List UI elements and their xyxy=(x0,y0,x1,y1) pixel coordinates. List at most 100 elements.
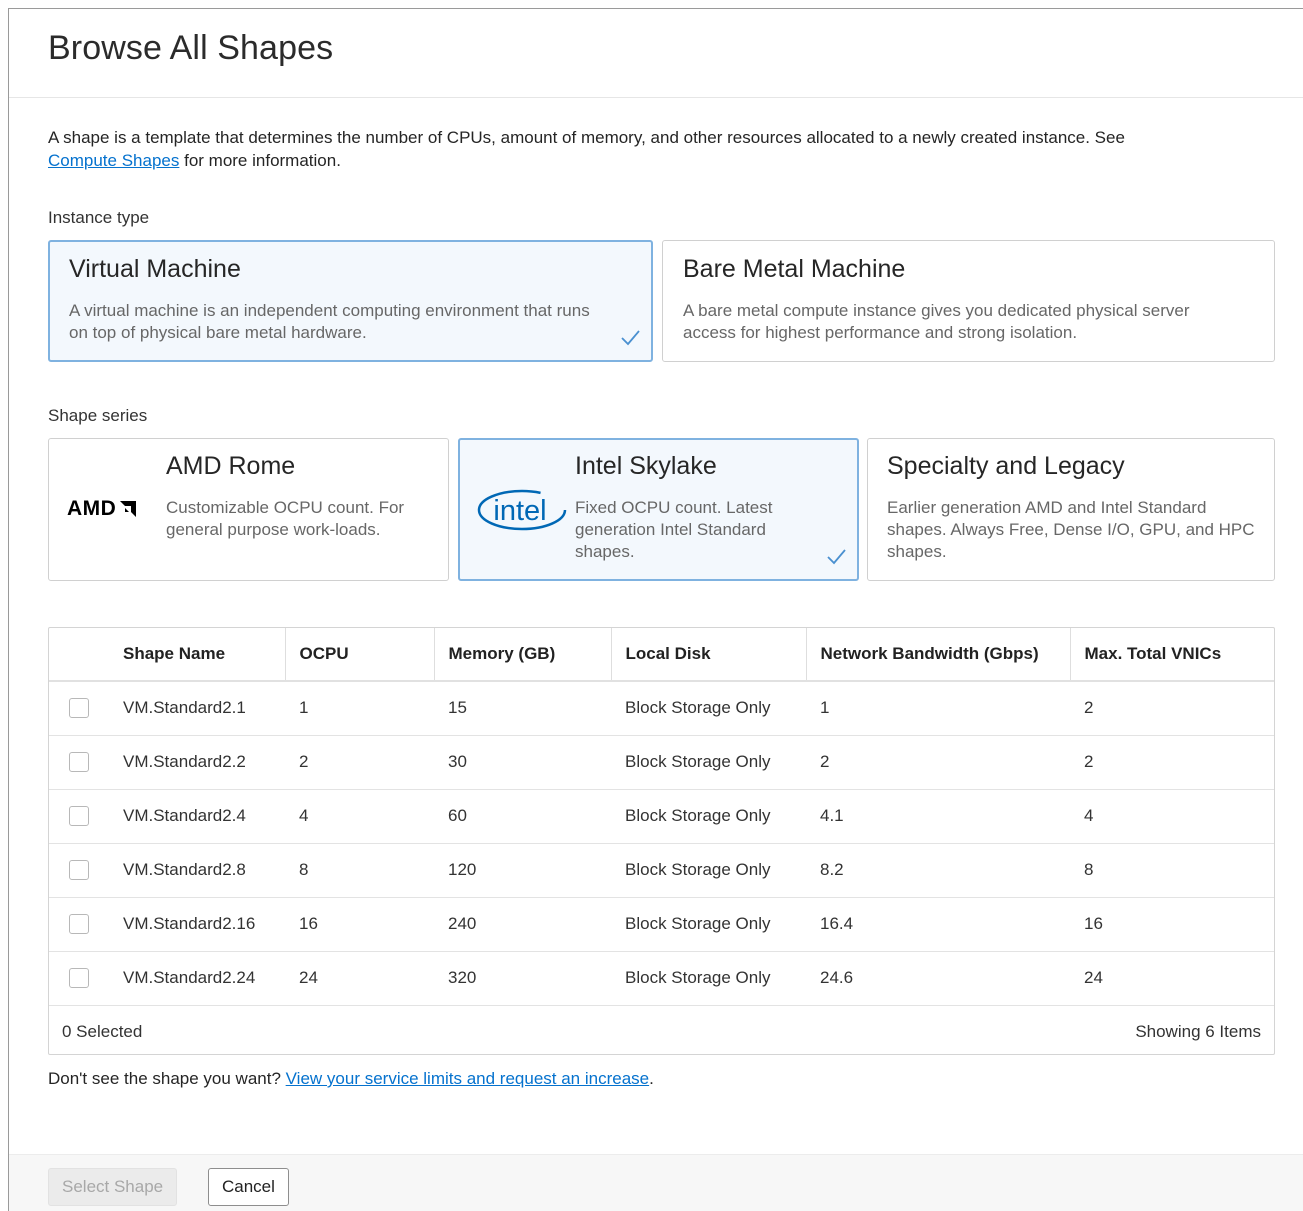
column-header-ocpu[interactable]: OCPU xyxy=(285,628,435,682)
memory-cell: 120 xyxy=(434,843,611,898)
shape-series-amd-rome-card[interactable]: AMD AMD Rome Customizable OCPU count. Fo… xyxy=(48,438,449,581)
card-title: AMD Rome xyxy=(166,452,296,480)
hint-suffix: . xyxy=(649,1069,654,1088)
network-bandwidth-cell: 2 xyxy=(806,735,1070,790)
intel-logo-text: intel xyxy=(493,495,546,527)
memory-cell: 60 xyxy=(434,789,611,844)
table-row[interactable]: VM.Standard2.1 1 15 Block Storage Only 1… xyxy=(49,681,1274,736)
hint-text: Don't see the shape you want? xyxy=(48,1069,286,1088)
dialog-footer: Select Shape Cancel xyxy=(9,1154,1303,1211)
row-checkbox[interactable] xyxy=(69,860,89,880)
memory-cell: 30 xyxy=(434,735,611,790)
local-disk-cell: Block Storage Only xyxy=(611,951,806,1006)
row-checkbox[interactable] xyxy=(69,968,89,988)
column-header-network-bandwidth[interactable]: Network Bandwidth (Gbps) xyxy=(806,628,1071,682)
max-vnics-cell: 2 xyxy=(1070,681,1274,736)
service-limits-hint: Don't see the shape you want? View your … xyxy=(48,1069,654,1089)
local-disk-cell: Block Storage Only xyxy=(611,789,806,844)
card-description: Customizable OCPU count. For general pur… xyxy=(166,498,405,539)
local-disk-cell: Block Storage Only xyxy=(611,735,806,790)
shape-name-cell: VM.Standard2.16 xyxy=(109,897,285,952)
memory-cell: 240 xyxy=(434,897,611,952)
row-checkbox[interactable] xyxy=(69,752,89,772)
card-description: A virtual machine is an independent comp… xyxy=(69,301,590,342)
local-disk-cell: Block Storage Only xyxy=(611,843,806,898)
card-description: Earlier generation AMD and Intel Standar… xyxy=(887,498,1255,561)
row-select-cell xyxy=(49,681,109,736)
network-bandwidth-cell: 16.4 xyxy=(806,897,1070,952)
local-disk-cell: Block Storage Only xyxy=(611,897,806,952)
shape-name-cell: VM.Standard2.24 xyxy=(109,951,285,1006)
shape-series-specialty-legacy-card[interactable]: Specialty and Legacy Earlier generation … xyxy=(867,438,1275,581)
shape-series-intel-skylake-card[interactable]: intel Intel Skylake Fixed OCPU count. La… xyxy=(458,438,859,581)
row-select-cell xyxy=(49,789,109,844)
selected-count: 0 Selected xyxy=(62,1022,143,1041)
max-vnics-cell: 2 xyxy=(1070,735,1274,790)
table-footer: 0 Selected Showing 6 Items xyxy=(49,1010,1274,1054)
card-title: Specialty and Legacy xyxy=(887,452,1125,480)
shapes-table: Shape Name OCPU Memory (GB) Local Disk N… xyxy=(48,627,1275,1055)
amd-arrow-icon xyxy=(120,501,137,517)
column-header-shape-name[interactable]: Shape Name xyxy=(109,628,286,682)
table-row[interactable]: VM.Standard2.8 8 120 Block Storage Only … xyxy=(49,843,1274,898)
row-select-cell xyxy=(49,897,109,952)
cancel-button[interactable]: Cancel xyxy=(208,1168,289,1206)
ocpu-cell: 4 xyxy=(285,789,434,844)
amd-logo-text: AMD xyxy=(67,497,117,520)
table-row[interactable]: VM.Standard2.2 2 30 Block Storage Only 2… xyxy=(49,735,1274,790)
column-header-max-vnics[interactable]: Max. Total VNICs xyxy=(1070,628,1274,682)
table-row[interactable]: VM.Standard2.4 4 60 Block Storage Only 4… xyxy=(49,789,1274,844)
select-shape-button[interactable]: Select Shape xyxy=(48,1168,178,1206)
ocpu-cell: 2 xyxy=(285,735,434,790)
network-bandwidth-cell: 8.2 xyxy=(806,843,1070,898)
checkmark-icon xyxy=(621,330,640,346)
local-disk-cell: Block Storage Only xyxy=(611,681,806,736)
column-header-local-disk[interactable]: Local Disk xyxy=(611,628,807,682)
instance-type-bare-metal-card[interactable]: Bare Metal Machine A bare metal compute … xyxy=(662,240,1275,362)
max-vnics-cell: 16 xyxy=(1070,897,1274,952)
browse-shapes-dialog: Browse All Shapes A shape is a template … xyxy=(8,8,1303,1211)
shape-series-label: Shape series xyxy=(48,406,148,425)
showing-count: Showing 6 Items xyxy=(1135,1022,1261,1041)
ocpu-cell: 16 xyxy=(285,897,434,952)
shape-name-cell: VM.Standard2.2 xyxy=(109,735,285,790)
table-row[interactable]: VM.Standard2.24 24 320 Block Storage Onl… xyxy=(49,951,1274,1006)
ocpu-cell: 24 xyxy=(285,951,434,1006)
row-select-cell xyxy=(49,843,109,898)
card-title: Virtual Machine xyxy=(69,255,241,283)
dialog-header: Browse All Shapes xyxy=(9,9,1303,98)
max-vnics-cell: 8 xyxy=(1070,843,1274,898)
service-limits-link[interactable]: View your service limits and request an … xyxy=(286,1069,649,1088)
select-column-header xyxy=(49,628,109,682)
column-header-memory[interactable]: Memory (GB) xyxy=(434,628,612,682)
row-checkbox[interactable] xyxy=(69,698,89,719)
card-title: Intel Skylake xyxy=(575,452,717,480)
network-bandwidth-cell: 24.6 xyxy=(806,951,1070,1006)
table-header-row: Shape Name OCPU Memory (GB) Local Disk N… xyxy=(49,628,1274,682)
max-vnics-cell: 24 xyxy=(1070,951,1274,1006)
network-bandwidth-cell: 1 xyxy=(806,681,1070,736)
instance-type-label: Instance type xyxy=(48,208,150,227)
intro-text: A shape is a template that determines th… xyxy=(48,126,1248,172)
row-checkbox[interactable] xyxy=(69,806,89,826)
ocpu-cell: 8 xyxy=(285,843,434,898)
memory-cell: 15 xyxy=(434,681,611,736)
card-title: Bare Metal Machine xyxy=(683,255,906,283)
checkmark-icon xyxy=(827,549,846,565)
row-select-cell xyxy=(49,735,109,790)
row-checkbox[interactable] xyxy=(69,914,89,934)
ocpu-cell: 1 xyxy=(285,681,434,736)
intro-body: A shape is a template that determines th… xyxy=(48,128,1125,147)
card-description: Fixed OCPU count. Latest generation Inte… xyxy=(575,498,773,561)
compute-shapes-link[interactable]: Compute Shapes xyxy=(48,151,179,170)
max-vnics-cell: 4 xyxy=(1070,789,1274,844)
intro-suffix: for more information. xyxy=(179,151,341,170)
shape-name-cell: VM.Standard2.8 xyxy=(109,843,285,898)
instance-type-virtual-machine-card[interactable]: Virtual Machine A virtual machine is an … xyxy=(48,240,653,362)
table-row[interactable]: VM.Standard2.16 16 240 Block Storage Onl… xyxy=(49,897,1274,952)
shape-name-cell: VM.Standard2.1 xyxy=(109,681,285,736)
card-description: A bare metal compute instance gives you … xyxy=(683,301,1190,342)
amd-logo-icon: AMD xyxy=(67,497,137,521)
row-select-cell xyxy=(49,951,109,1006)
memory-cell: 320 xyxy=(434,951,611,1006)
